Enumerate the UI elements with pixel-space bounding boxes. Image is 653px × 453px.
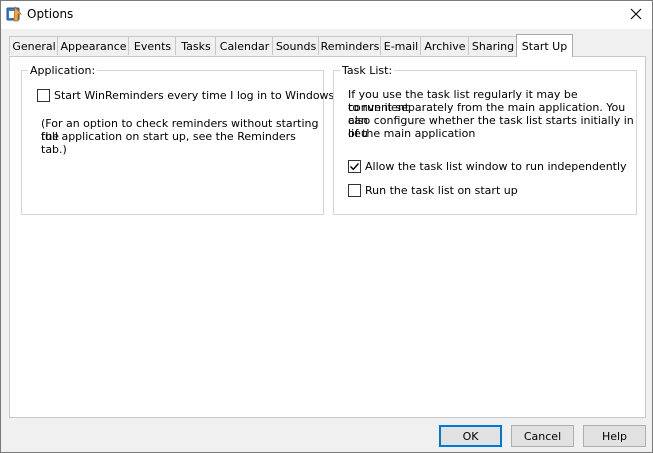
allow-independent-checkbox[interactable]: Allow the task list window to run indepe…	[348, 160, 627, 173]
tab-appearance[interactable]: Appearance	[57, 36, 130, 55]
checkbox-box[interactable]	[348, 160, 361, 173]
tab-sounds[interactable]: Sounds	[272, 36, 320, 55]
close-icon	[630, 8, 642, 23]
tab-email[interactable]: E-mail	[380, 36, 422, 55]
run-on-startup-label: Run the task list on start up	[365, 184, 518, 197]
tab-label: Appearance	[60, 39, 127, 53]
note-line-2: full application on start up, see the Re…	[41, 130, 296, 156]
tab-reminders[interactable]: Reminders	[318, 36, 382, 55]
tab-general[interactable]: General	[9, 36, 59, 55]
start-winreminders-label: Start WinReminders every time I log in t…	[54, 89, 335, 102]
title-bar: Options	[1, 1, 652, 29]
tab-label: Sounds	[275, 39, 317, 53]
close-button[interactable]	[620, 1, 652, 29]
tab-sharing[interactable]: Sharing	[468, 36, 518, 55]
application-group: Application: Start WinReminders every ti…	[21, 64, 334, 215]
run-on-startup-checkbox[interactable]: Run the task list on start up	[348, 184, 518, 197]
help-button[interactable]: Help	[583, 425, 646, 447]
tab-calendar[interactable]: Calendar	[215, 36, 274, 55]
app-icon	[6, 6, 22, 22]
checkbox-box[interactable]	[348, 184, 361, 197]
tab-events[interactable]: Events	[128, 36, 177, 55]
checkbox-box[interactable]	[37, 89, 50, 102]
check-icon	[350, 163, 360, 171]
task-list-group: Task List: If you use the task list regu…	[333, 64, 637, 215]
options-dialog: Options General Appearance Events Tasks …	[0, 0, 653, 453]
tab-label: Start Up	[521, 39, 568, 53]
tab-tasks[interactable]: Tasks	[175, 36, 217, 55]
tab-start-up[interactable]: Start Up	[516, 34, 573, 57]
allow-independent-label: Allow the task list window to run indepe…	[365, 160, 627, 173]
start-up-panel: Application: Start WinReminders every ti…	[9, 56, 646, 418]
tab-archive[interactable]: Archive	[420, 36, 470, 55]
tab-label: Sharing	[471, 39, 515, 53]
tab-label: Archive	[424, 39, 466, 53]
tab-label: General	[12, 39, 56, 53]
task-list-legend: Task List:	[340, 64, 395, 77]
window-title: Options	[27, 7, 74, 21]
tab-label: E-mail	[383, 39, 419, 53]
application-legend: Application:	[28, 64, 98, 77]
task-list-desc-4: of the main application	[348, 127, 476, 140]
cancel-button[interactable]: Cancel	[511, 425, 574, 447]
start-winreminders-checkbox[interactable]: Start WinReminders every time I log in t…	[37, 89, 334, 102]
tab-label: Events	[133, 39, 172, 53]
tab-label: Calendar	[219, 39, 270, 53]
ok-button[interactable]: OK	[439, 425, 502, 447]
tab-label: Tasks	[181, 39, 211, 53]
tab-label: Reminders	[320, 39, 380, 53]
